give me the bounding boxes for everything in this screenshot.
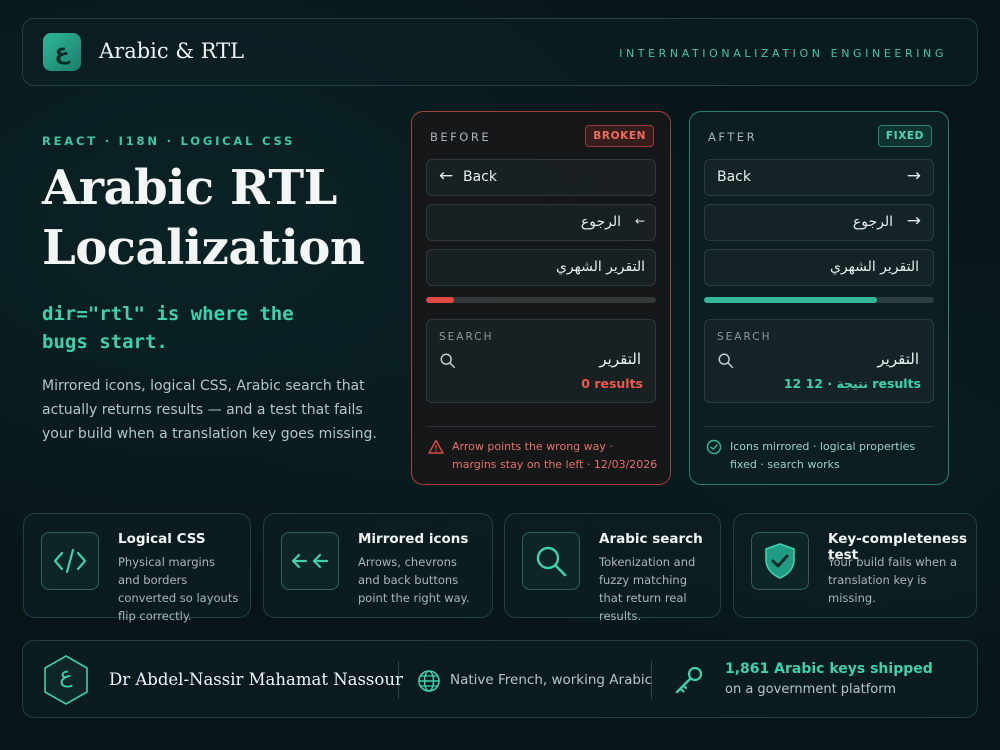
before-search-query: التقرير [599,350,641,368]
logo-icon: ع [43,33,81,71]
feature-description: Physical margins and borders converted s… [118,555,239,623]
before-back-label: Back [463,169,497,185]
broken-badge: BROKEN [585,125,654,147]
arrow-left-icon: ← [634,214,645,228]
before-back-ar-button[interactable]: الرجوع ← [426,204,656,241]
before-report-item[interactable]: التقرير الشهري [426,249,656,286]
after-search-query: التقرير [877,350,919,368]
feature-title: Logical CSS [118,531,206,547]
before-progress-fill [426,297,454,303]
before-back-button[interactable]: ← Back [426,159,656,196]
after-divider [704,426,934,427]
before-footnote: Arrow points the wrong way · margins sta… [428,438,658,474]
divider [398,661,399,699]
after-search-label: SEARCH [717,331,772,343]
before-footnote-text: Arrow points the wrong way · margins sta… [452,440,658,471]
before-search-box[interactable]: SEARCH التقرير 0 results [426,319,656,403]
globe-icon [418,670,440,692]
feature-card-key-test: Key-completeness test Your build fails w… [733,513,977,618]
after-footnote: Icons mirrored · logical properties fixe… [706,438,936,474]
before-progress-bar [426,297,656,303]
search-icon [522,532,580,590]
author-name: Dr Abdel-Nassir Mahamat Nassour [109,670,403,689]
before-report-label: التقرير الشهري [555,259,645,275]
feature-description: Tokenization and fuzzy matching that ret… [599,555,696,623]
after-report-item[interactable]: التقرير الشهري [704,249,934,286]
after-progress-fill [704,297,877,303]
author-glyph: ع [59,663,73,688]
feature-description: Your build fails when a translation key … [828,555,958,605]
feature-card-mirrored-icons: Mirrored icons Arrows, chevrons and back… [263,513,493,618]
hero-eyebrow: REACT · I18N · LOGICAL CSS [42,134,296,148]
feature-title: Arabic search [599,531,703,547]
after-back-ar-button[interactable]: الرجوع → [704,204,934,241]
after-back-ar-label: الرجوع [852,214,893,230]
after-search-results: 12 نتيجة · 12 results [783,376,921,391]
check-circle-icon [706,439,722,455]
after-report-label: التقرير الشهري [829,259,919,275]
author-bar: ع Dr Abdel-Nassir Mahamat Nassour Native… [22,640,978,718]
after-label: AFTER [708,130,758,144]
before-label: BEFORE [430,130,492,144]
keys-count: 1,861 Arabic keys shipped [725,661,933,677]
after-search-box[interactable]: SEARCH التقرير 12 نتيجة · 12 results [704,319,934,403]
after-card: AFTER FIXED Back → الرجوع → التقرير الشه… [689,111,949,485]
header-bar: ع Arabic & RTL INTERNATIONALIZATION ENGI… [22,18,978,86]
keys-subtitle: on a government platform [725,682,897,697]
arrow-right-icon: → [906,166,921,186]
feature-description: Arrows, chevrons and back buttons point … [358,555,470,605]
arrow-right-icon: → [906,211,921,231]
code-icon [41,532,99,590]
before-divider [426,426,656,427]
after-back-label: Back [717,169,751,185]
search-icon [440,353,456,369]
feature-title: Mirrored icons [358,531,469,547]
after-footnote-text: Icons mirrored · logical properties fixe… [730,440,916,471]
languages-text: Native French, working Arabic [450,672,653,688]
after-back-button[interactable]: Back → [704,159,934,196]
fixed-badge: FIXED [877,125,932,147]
header-tagline: INTERNATIONALIZATION ENGINEERING [619,47,947,60]
brand-name: Arabic & RTL [99,39,245,63]
warning-icon [428,439,444,454]
search-icon [718,353,734,369]
divider [651,661,652,699]
after-progress-bar [704,297,934,303]
mirror-arrows-icon [281,532,339,590]
before-card: BEFORE BROKEN ← Back الرجوع ← التقرير ال… [411,111,671,485]
key-icon [675,666,703,694]
arrow-left-icon: ← [439,166,454,186]
feature-card-logical-css: Logical CSS Physical margins and borders… [23,513,251,623]
before-search-results: 0 results [581,376,643,391]
hero-description: Mirrored icons, logical CSS, Arabic sear… [42,378,377,442]
shield-check-icon [751,532,809,590]
before-search-label: SEARCH [439,331,494,343]
page-title: Arabic RTL Localization [42,160,365,276]
hero-code-tagline: dir="rtl" is where the bugs start. [42,303,294,353]
feature-card-arabic-search: Arabic search Tokenization and fuzzy mat… [504,513,721,623]
before-back-ar-label: الرجوع [580,214,621,230]
